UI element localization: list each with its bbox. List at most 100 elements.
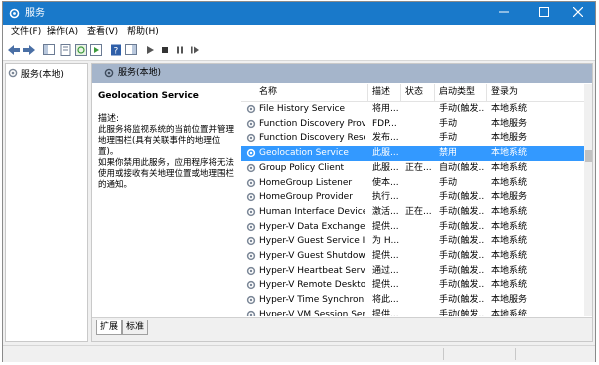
stop-service-button[interactable] — [158, 43, 171, 56]
cell-status: 正在... — [405, 162, 432, 173]
pause-service-button[interactable] — [173, 43, 186, 56]
service-gear-icon — [246, 237, 256, 246]
column-separator[interactable] — [367, 84, 368, 101]
cell-name: Human Interface Device ... — [259, 206, 365, 217]
services-gear-icon — [104, 68, 114, 78]
tab-extended[interactable]: 扩展 — [96, 320, 123, 335]
service-row[interactable]: Hyper-V VM Session Ser... 提供... 手动(触发... 本地… — [241, 308, 584, 316]
start-service-button[interactable] — [143, 43, 156, 56]
cell-startup: 手动(触发... — [439, 265, 485, 276]
menu-bar: 文件(F) 操作(A) 查看(V) 帮助(H) — [3, 25, 595, 40]
service-row[interactable]: Hyper-V Guest Shutdown... 提供... 手动(触发... 本地… — [241, 249, 584, 264]
service-row[interactable]: Group Policy Client 此服... 正在... 自动(触发... 本地系… — [241, 161, 584, 176]
cell-logon: 本地系统 — [491, 251, 528, 261]
properties-button[interactable] — [59, 43, 72, 56]
help-button[interactable]: ? — [109, 43, 122, 56]
cell-name: Geolocation Service — [259, 148, 349, 159]
cell-desc: 执行... — [372, 192, 399, 203]
menu-view[interactable]: 查看(V) — [87, 27, 118, 38]
cell-desc: 为 H... — [372, 236, 399, 247]
cell-name: HomeGroup Listener — [259, 177, 353, 188]
column-header-status[interactable]: 状态 — [405, 87, 423, 98]
cell-startup: 手动 — [439, 118, 458, 129]
console-tree: 服务(本地) — [5, 63, 88, 342]
service-gear-icon — [246, 193, 256, 202]
restart-service-button[interactable] — [188, 43, 201, 56]
service-row[interactable]: HomeGroup Provider 执行... 手动(触发... 本地服务 — [241, 190, 584, 205]
service-gear-icon — [246, 251, 256, 261]
export-list-button[interactable] — [89, 43, 102, 56]
help-book-icon: ? — [110, 44, 121, 56]
column-header-name[interactable]: 名称 — [259, 87, 277, 98]
tree-node-label: 服务(本地) — [20, 70, 64, 80]
show-action-pane-button[interactable] — [124, 43, 137, 56]
column-separator[interactable] — [434, 84, 435, 101]
cell-desc: 将此... — [372, 295, 399, 306]
cell-name: Hyper-V Guest Service In... — [259, 236, 365, 247]
back-button[interactable] — [7, 43, 20, 56]
console-tree-icon — [42, 44, 55, 55]
window-title: 服务 — [25, 8, 45, 19]
minimize-button[interactable] — [489, 2, 519, 25]
menu-help[interactable]: 帮助(H) — [127, 27, 159, 38]
cell-name: Hyper-V Time Synchroniz... — [259, 295, 365, 306]
properties-icon — [60, 43, 70, 56]
cell-startup: 手动(触发... — [439, 251, 485, 261]
cell-name: Hyper-V VM Session Ser... — [259, 309, 365, 316]
pane-header: 服务(本地) — [92, 64, 592, 83]
description-line: 如果你禁用此服务，应用程序将无法 — [98, 158, 235, 168]
refresh-icon — [74, 43, 87, 56]
column-header-startup-type[interactable]: 启动类型 — [439, 87, 475, 98]
tab-standard[interactable]: 标准 — [122, 320, 149, 335]
description-line: 使用或接收有关地理位置或地理围栏 — [98, 169, 235, 179]
cell-startup: 手动(触发... — [439, 206, 485, 217]
service-row[interactable]: Human Interface Device ... 激活... 正在... 手动(触… — [241, 205, 584, 220]
service-row[interactable]: File History Service 将用... 手动(触发... 本地系统 — [241, 102, 584, 117]
maximize-button[interactable] — [529, 2, 559, 25]
service-row[interactable]: Hyper-V Remote Deskto... 提供... 手动(触发... 本地系… — [241, 278, 584, 293]
menu-file[interactable]: 文件(F) — [11, 27, 41, 38]
show-hide-tree-button[interactable] — [42, 43, 55, 56]
service-gear-icon — [246, 104, 256, 114]
pane-header-title: 服务(本地) — [118, 68, 162, 78]
selected-service-name: Geolocation Service — [98, 91, 199, 101]
service-row[interactable]: Hyper-V Time Synchroniz... 将此... 手动(触发... 本… — [241, 293, 584, 308]
export-list-icon — [89, 43, 102, 56]
menu-action[interactable]: 操作(A) — [47, 27, 78, 38]
service-gear-icon — [246, 178, 256, 187]
cell-name: Function Discovery Reso... — [259, 133, 365, 144]
forward-button[interactable] — [22, 43, 35, 56]
tree-node-services-local[interactable]: 服务(本地) — [8, 68, 64, 81]
vertical-scrollbar[interactable] — [584, 84, 592, 316]
forward-arrow-icon — [22, 44, 35, 55]
column-header-description[interactable]: 描述 — [372, 87, 390, 98]
play-icon — [146, 45, 154, 54]
column-header-logon-as[interactable]: 登录为 — [491, 87, 518, 98]
cell-startup: 手动(触发... — [439, 236, 485, 247]
cell-desc: 提供... — [372, 251, 399, 261]
scrollbar-thumb[interactable] — [585, 150, 592, 162]
cell-desc: 通过... — [372, 265, 399, 276]
service-row[interactable]: Geolocation Service 此服... 禁用 本地系统 — [241, 146, 584, 162]
cell-startup: 手动 — [439, 177, 458, 188]
description-line: 的通知。 — [98, 180, 133, 190]
close-button[interactable] — [563, 2, 593, 25]
cell-name: Hyper-V Heartbeat Service — [259, 265, 365, 276]
cell-desc: 使本... — [372, 177, 399, 188]
service-row[interactable]: Hyper-V Data Exchange ... 提供... 手动(触发... 本地… — [241, 220, 584, 235]
service-row[interactable]: Function Discovery Provi... FDP... 手动 本地服务 — [241, 117, 584, 132]
svg-text:?: ? — [113, 46, 118, 56]
view-tabs: 扩展 标准 — [92, 317, 592, 341]
cell-logon: 本地系统 — [491, 206, 528, 217]
service-row[interactable]: Hyper-V Heartbeat Service 通过... 手动(触发... 本地… — [241, 264, 584, 279]
refresh-button[interactable] — [74, 43, 87, 56]
column-separator[interactable] — [400, 84, 401, 101]
column-separator[interactable] — [486, 84, 487, 101]
cell-startup: 自动(触发... — [439, 162, 485, 173]
service-row[interactable]: Function Discovery Reso... 发布... 手动 本地服务 — [241, 131, 584, 146]
cell-logon: 本地系统 — [491, 236, 528, 247]
service-row[interactable]: Hyper-V Guest Service In... 为 H... 手动(触发..… — [241, 234, 584, 249]
cell-logon: 本地服务 — [491, 295, 528, 306]
cell-name: HomeGroup Provider — [259, 192, 353, 203]
service-row[interactable]: HomeGroup Listener 使本... 手动 本地系统 — [241, 176, 584, 191]
